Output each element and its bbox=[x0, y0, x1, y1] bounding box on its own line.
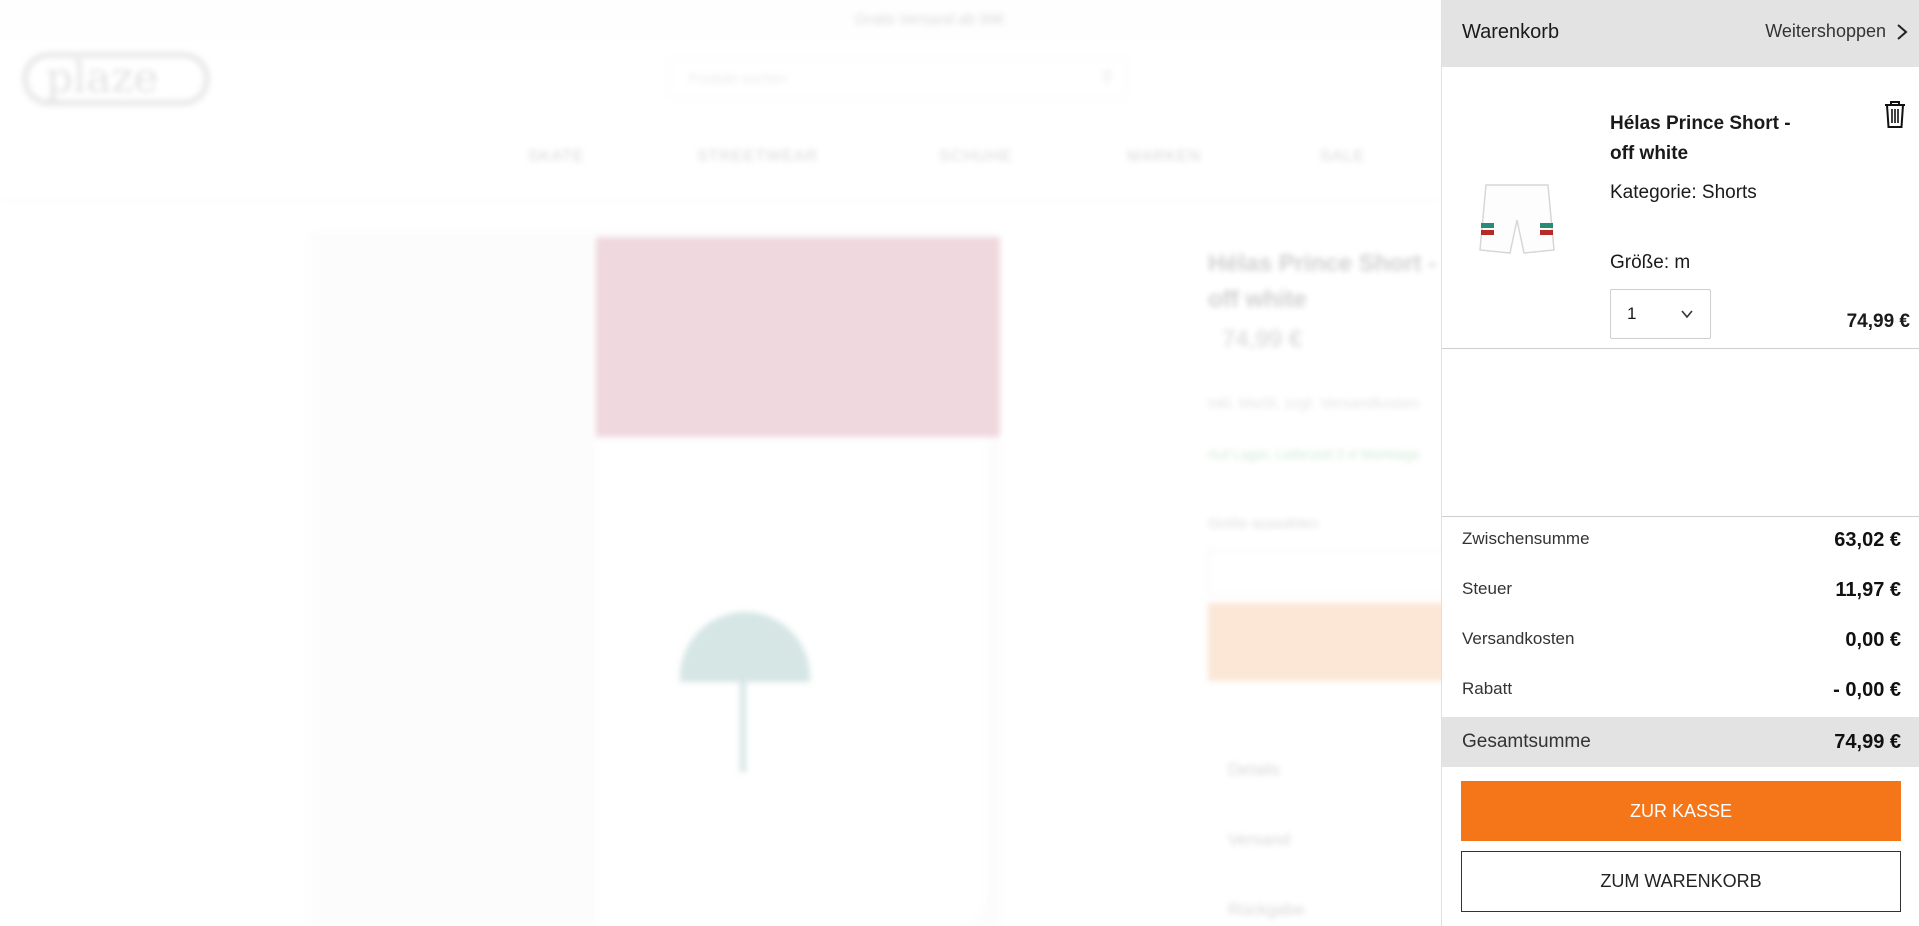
discount-label: Rabatt bbox=[1462, 679, 1513, 698]
page-overlay[interactable] bbox=[0, 0, 1441, 926]
grand-total-label: Gesamtsumme bbox=[1462, 731, 1591, 752]
cart-title: Warenkorb bbox=[1462, 21, 1560, 43]
quantity-value: 1 bbox=[1627, 304, 1637, 323]
chevron-down-icon bbox=[1681, 310, 1693, 319]
shipping-row: Versandkosten 0,00 € bbox=[1442, 617, 1919, 667]
continue-shopping-link[interactable]: Weitershoppen bbox=[1765, 21, 1908, 42]
shipping-value: 0,00 € bbox=[1845, 629, 1901, 651]
item-size: Größe: m bbox=[1610, 252, 1691, 273]
item-name[interactable]: Hélas Prince Short - off white bbox=[1610, 109, 1810, 169]
trash-icon[interactable] bbox=[1882, 99, 1908, 129]
subtotal-value: 63,02 € bbox=[1834, 529, 1901, 551]
item-category: Kategorie: Shorts bbox=[1610, 182, 1757, 203]
quantity-select[interactable]: 1 bbox=[1610, 289, 1711, 339]
chevron-right-icon bbox=[1897, 23, 1908, 40]
shipping-label: Versandkosten bbox=[1462, 629, 1575, 648]
checkout-button[interactable]: ZUR KASSE bbox=[1461, 781, 1901, 841]
cart-drawer: Warenkorb Weitershoppen Hélas Prince Sho… bbox=[1441, 0, 1919, 926]
item-price: 74,99 € bbox=[1846, 311, 1910, 332]
cart-header: Warenkorb Weitershoppen bbox=[1442, 0, 1919, 67]
grand-total-row: Gesamtsumme 74,99 € bbox=[1442, 717, 1919, 767]
discount-value: - 0,00 € bbox=[1833, 679, 1901, 701]
tax-value: 11,97 € bbox=[1835, 579, 1901, 601]
subtotal-row: Zwischensumme 63,02 € bbox=[1442, 517, 1919, 567]
cart-item: Hélas Prince Short - off white Kategorie… bbox=[1442, 67, 1919, 349]
continue-shopping-label: Weitershoppen bbox=[1765, 21, 1886, 41]
grand-total-value: 74,99 € bbox=[1834, 731, 1901, 753]
tax-label: Steuer bbox=[1462, 579, 1513, 598]
subtotal-label: Zwischensumme bbox=[1462, 529, 1590, 548]
tax-row: Steuer 11,97 € bbox=[1442, 567, 1919, 617]
view-cart-button[interactable]: ZUM WARENKORB bbox=[1461, 851, 1901, 912]
product-thumbnail[interactable] bbox=[1472, 175, 1562, 265]
cart-totals: Zwischensumme 63,02 € Steuer 11,97 € Ver… bbox=[1442, 516, 1919, 767]
discount-row: Rabatt - 0,00 € bbox=[1442, 667, 1919, 717]
